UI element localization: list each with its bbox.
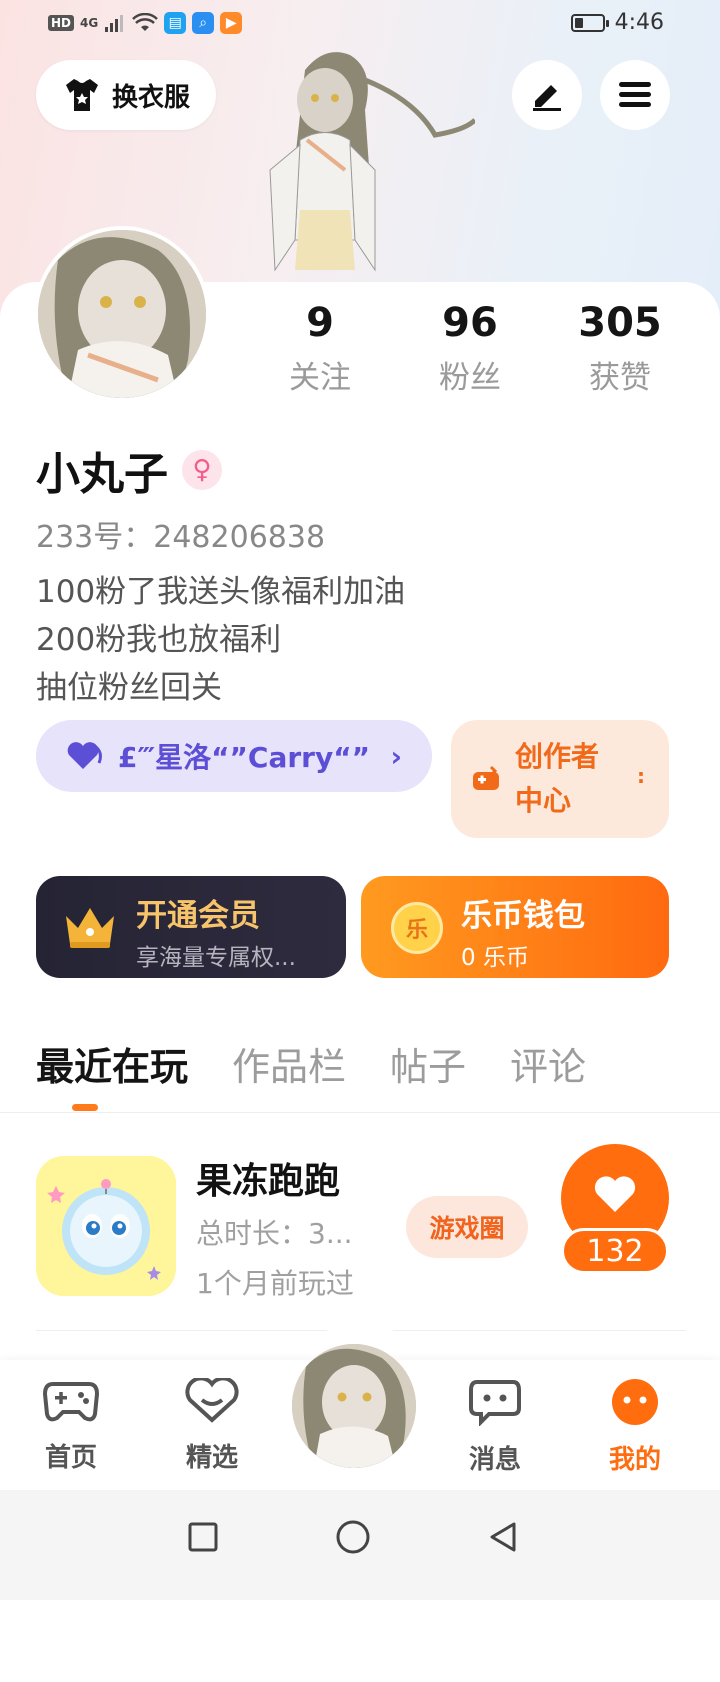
following-count: 9: [306, 300, 334, 346]
game-total-duration: 总时长：3...: [196, 1217, 353, 1250]
smile-icon: [612, 1379, 658, 1425]
status-right: 4:46: [570, 10, 664, 35]
circle-icon: [336, 1520, 370, 1554]
game-icon[interactable]: [36, 1156, 176, 1296]
tab-recently-played[interactable]: 最近在玩: [36, 1036, 188, 1091]
wallet-card[interactable]: 乐 乐币钱包 0 乐币: [361, 876, 669, 978]
wallet-title: 乐币钱包: [461, 898, 585, 934]
system-navigation-bar: [0, 1490, 720, 1600]
chat-bubble-icon: [469, 1380, 521, 1427]
play-app-icon: ▶: [220, 12, 243, 34]
heart-outline-icon: [185, 1376, 239, 1423]
game-circle-button[interactable]: 游戏圈: [406, 1196, 528, 1258]
team-name: £‴星洛“”Carry“”: [118, 741, 371, 774]
square-icon: [188, 1522, 218, 1552]
vip-title: 开通会员: [136, 898, 260, 934]
creator-center-button[interactable]: 创作者中心 :: [451, 720, 669, 838]
game-name: 果冻跑跑: [196, 1161, 341, 1202]
tab-works[interactable]: 作品栏: [232, 1036, 346, 1091]
creator-center-label: 创作者中心: [515, 740, 600, 817]
username: 小丸子: [36, 449, 168, 500]
home-button[interactable]: [328, 1512, 378, 1562]
avatar-character-illustration[interactable]: [225, 40, 477, 285]
chevron-right-icon: ›: [390, 739, 402, 773]
following-label: 关注: [289, 360, 351, 396]
change-outfit-button[interactable]: 换衣服: [36, 60, 216, 130]
vip-subtitle: 享海量专属权...: [136, 945, 296, 971]
battery-level: [574, 17, 583, 28]
gamepad-icon: [42, 1382, 100, 1422]
user-id[interactable]: 233号：248206838: [36, 512, 325, 556]
back-button[interactable]: [478, 1512, 528, 1562]
likes-label: 获赞: [589, 360, 651, 396]
heart-icon: [594, 1176, 636, 1212]
nav-me[interactable]: 我的: [580, 1378, 690, 1476]
coin-icon: 乐: [391, 902, 443, 954]
stat-following[interactable]: 9 关注: [245, 300, 395, 397]
edit-pen-icon: [533, 85, 561, 111]
nav-home[interactable]: 首页: [16, 1378, 126, 1474]
crown-icon: [66, 908, 114, 948]
content-tabs: 最近在玩 作品栏 帖子 评论: [36, 1036, 586, 1091]
active-tab-indicator: [72, 1104, 98, 1111]
likes-count: 305: [578, 300, 662, 346]
nav-messages-label: 消息: [468, 1445, 521, 1475]
followers-count: 96: [442, 300, 498, 346]
wallet-balance: 0 乐币: [461, 945, 529, 971]
female-icon: ♀: [182, 450, 222, 490]
game-last-played: 1个月前玩过: [196, 1267, 354, 1300]
followers-label: 粉丝: [439, 360, 501, 396]
team-pill-button[interactable]: £‴星洛“”Carry“” ›: [36, 720, 432, 792]
book-app-icon: ▤: [164, 12, 187, 34]
nav-messages[interactable]: 消息: [440, 1378, 550, 1476]
clock: 4:46: [614, 10, 664, 35]
recent-apps-button[interactable]: [178, 1512, 228, 1562]
vip-membership-card[interactable]: 开通会员 享海量专属权...: [36, 876, 346, 978]
tshirt-icon: [65, 79, 98, 111]
nav-center-avatar[interactable]: [292, 1344, 416, 1468]
bio-line: 100粉了我送头像福利加油: [36, 574, 406, 610]
bio-line: 抽位粉丝回关: [36, 670, 222, 706]
bio-line: 200粉我也放福利: [36, 622, 282, 658]
stat-followers[interactable]: 96 粉丝: [395, 300, 545, 397]
tab-posts[interactable]: 帖子: [390, 1036, 466, 1091]
wifi-icon: [132, 13, 159, 31]
menu-button[interactable]: [600, 60, 670, 130]
username-row: 小丸子 ♀: [36, 438, 222, 502]
creator-gamepad-icon: [473, 765, 499, 790]
nav-me-label: 我的: [608, 1445, 661, 1475]
change-outfit-label: 换衣服: [111, 82, 190, 113]
heart-team-icon: [67, 742, 102, 769]
tabs-divider: [0, 1112, 720, 1113]
search-app-icon: ⌕: [192, 12, 215, 34]
tab-comments[interactable]: 评论: [510, 1036, 586, 1091]
nav-featured[interactable]: 精选: [157, 1376, 267, 1474]
stat-likes[interactable]: 305 获赞: [545, 300, 695, 397]
status-left: HD 4G ▤ ⌕ ▶: [48, 12, 243, 34]
back-triangle-icon: [490, 1522, 516, 1552]
edit-profile-button[interactable]: [512, 60, 582, 130]
like-count: 132: [561, 1228, 669, 1274]
signal-icon: [105, 15, 124, 32]
profile-stats: 9 关注 96 粉丝 305 获赞: [245, 300, 695, 397]
more-dots-icon: :: [637, 764, 645, 788]
network-indicator: 4G: [80, 16, 99, 30]
profile-avatar[interactable]: [34, 226, 210, 402]
nav-home-label: 首页: [44, 1443, 97, 1473]
battery-icon: [570, 13, 609, 32]
hd-indicator: HD: [48, 15, 75, 31]
bio: 100粉了我送头像福利加油 200粉我也放福利 抽位粉丝回关: [36, 568, 405, 712]
nav-featured-label: 精选: [185, 1443, 238, 1473]
menu-icon: [619, 82, 651, 107]
recent-game-row[interactable]: 果冻跑跑 总时长：3... 1个月前玩过 游戏圈 132: [36, 1144, 686, 1300]
